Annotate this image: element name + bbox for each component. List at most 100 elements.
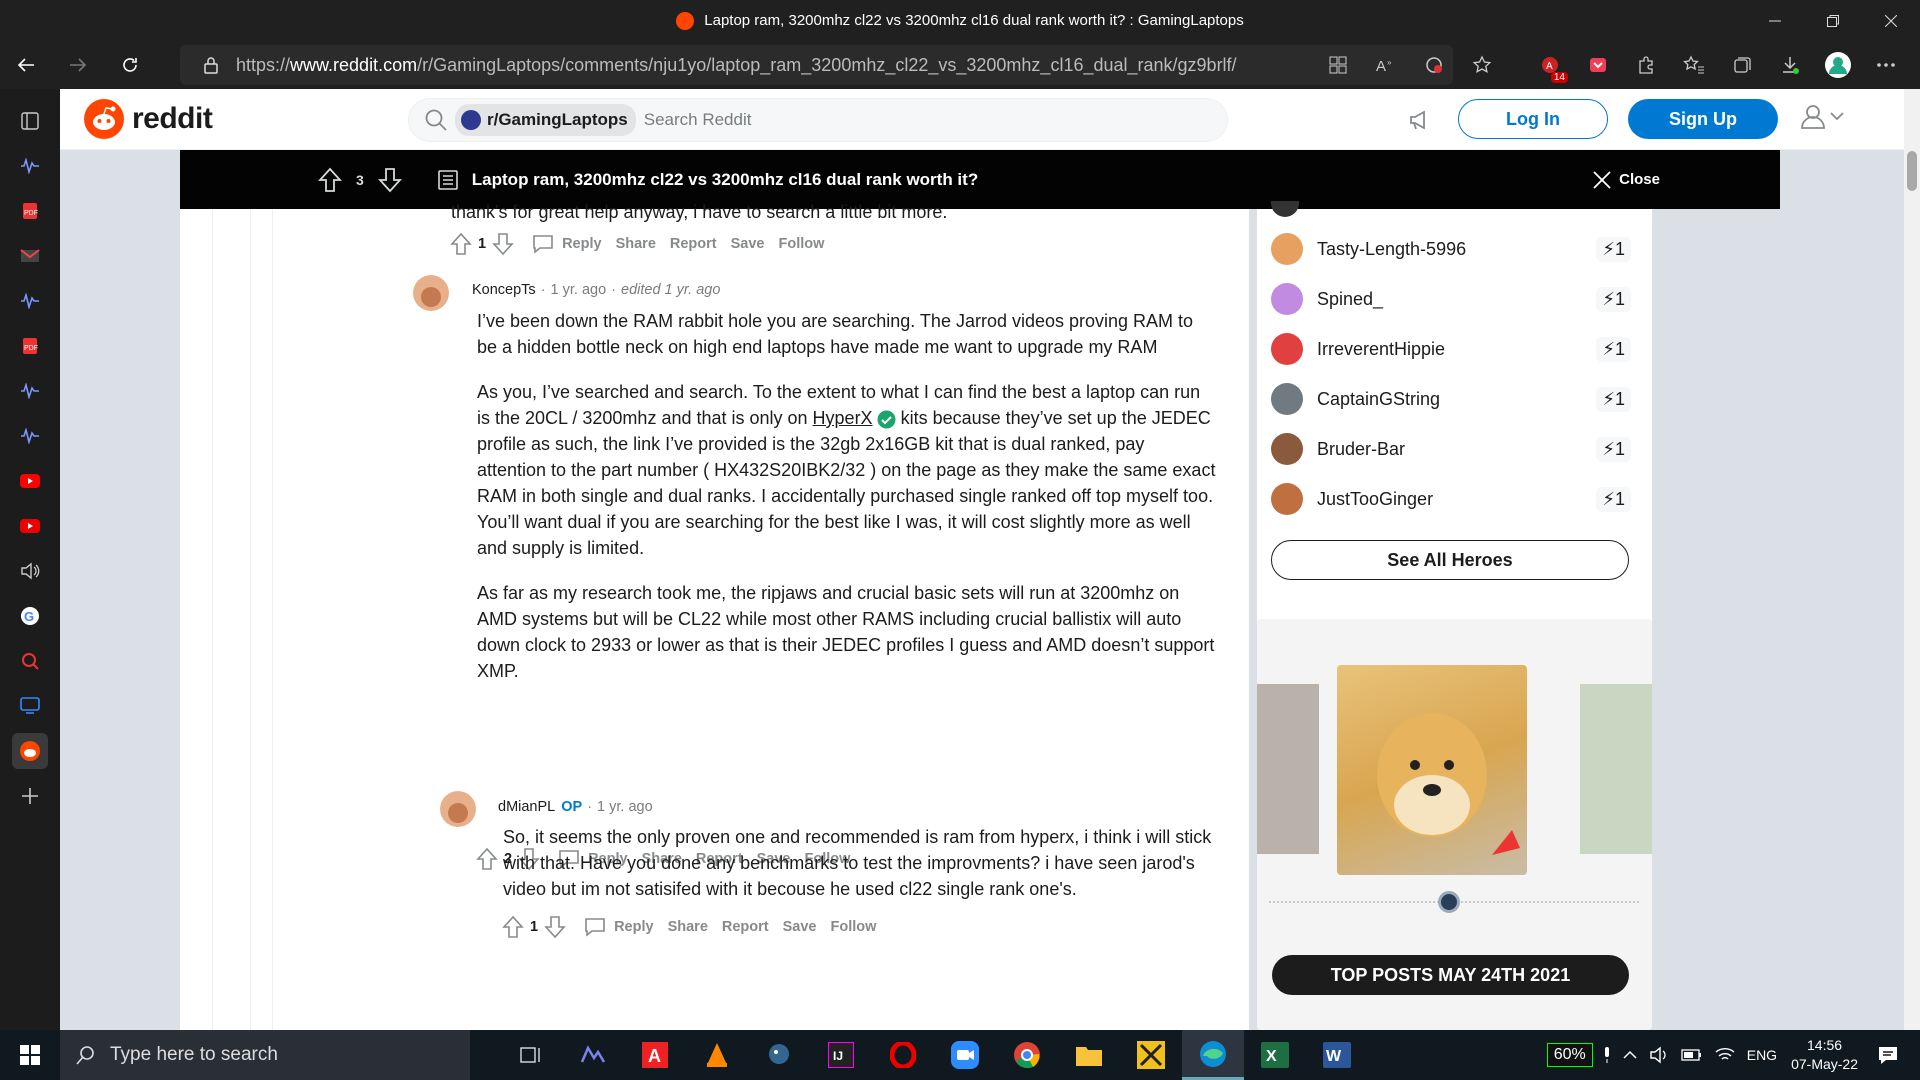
thread-line[interactable] [272,209,273,1030]
restore-button[interactable] [1804,0,1862,41]
search-input[interactable] [643,110,1144,130]
doge-meme-image[interactable] [1337,665,1527,875]
save-button[interactable]: Save [731,236,765,252]
tab-youtube-icon[interactable] [12,463,48,499]
settings-more-icon[interactable] [1862,41,1910,89]
app-acrobat-icon[interactable]: A [624,1030,686,1080]
reply-button[interactable]: Reply [584,917,654,937]
comment-author[interactable]: dMianPL [498,799,555,815]
tab-monitor-icon[interactable] [12,688,48,724]
hero-row[interactable]: Spined_ ⚡ 1 [1271,279,1631,319]
comment-upvote-icon[interactable] [476,847,498,871]
subreddit-chip[interactable]: r/GamingLaptops [455,104,636,136]
login-button[interactable]: Log In [1458,99,1608,139]
tab-audio-wave-icon[interactable] [12,148,48,184]
tab-audio-wave-icon-2[interactable] [12,283,48,319]
extension-adblock-icon[interactable]: A 14 [1526,41,1574,89]
forward-button[interactable] [52,41,104,89]
extensions-puzzle-icon[interactable] [1622,41,1670,89]
add-tab-icon[interactable] [12,778,48,814]
app-excel-icon[interactable]: X [1244,1030,1306,1080]
comment-author[interactable]: KoncepTs [472,282,536,298]
share-button[interactable]: Share [616,236,656,252]
extension-pocket-icon[interactable] [1574,41,1622,89]
close-window-button[interactable] [1862,0,1920,41]
comment-upvote-icon[interactable] [450,232,472,256]
hero-row[interactable]: Tasty-Length-5996 ⚡ 1 [1271,229,1631,269]
mic-icon[interactable] [1603,1047,1611,1063]
downloads-icon[interactable] [1766,41,1814,89]
follow-button[interactable]: Follow [779,236,825,252]
app-postgres-icon[interactable] [748,1030,810,1080]
app-sway-icon[interactable] [562,1030,624,1080]
read-aloud-icon[interactable]: A» [1362,41,1410,89]
search-bar[interactable]: r/GamingLaptops [408,98,1228,142]
profile-avatar-icon[interactable] [1814,41,1862,89]
report-button[interactable]: Report [670,236,717,252]
app-vlc-icon[interactable] [686,1030,748,1080]
tab-reddit-icon[interactable] [12,733,48,769]
tab-audio-wave-icon-3[interactable] [12,373,48,409]
language-indicator[interactable]: ENG [1747,1047,1777,1063]
comment-time[interactable]: 1 yr. ago [597,799,653,815]
notifications-icon[interactable] [1878,1045,1898,1065]
app-edge-icon[interactable] [1182,1030,1244,1080]
tab-actions-icon[interactable] [12,103,48,139]
page-scrollbar[interactable] [1904,89,1920,1030]
app-snipping-icon[interactable] [1120,1030,1182,1080]
app-zoom-icon[interactable] [934,1030,996,1080]
clock[interactable]: 14:56 07-May-22 [1791,1036,1858,1074]
favorite-star-icon[interactable] [1458,41,1506,89]
thread-line[interactable] [212,209,213,1030]
follow-button[interactable]: Follow [831,919,877,935]
battery-indicator[interactable]: 60% [1546,1043,1593,1067]
advertise-megaphone-icon[interactable] [1400,101,1440,139]
see-all-heroes-button[interactable]: See All Heroes [1271,540,1629,580]
hero-row[interactable]: IrreverentHippie ⚡ 1 [1271,329,1631,369]
hero-row[interactable]: Bruder-Bar ⚡ 1 [1271,429,1631,469]
carousel-prev-image[interactable] [1257,684,1319,854]
user-menu-dropdown[interactable] [1800,103,1844,129]
downvote-icon[interactable] [377,167,402,193]
tab-pdf-icon[interactable]: PDF [12,193,48,229]
hero-row[interactable]: JustTooGinger ⚡ 1 [1271,479,1631,519]
app-opera-icon[interactable] [872,1030,934,1080]
app-intellij-icon[interactable]: IJ [810,1030,872,1080]
upvote-icon[interactable] [318,167,342,193]
save-button[interactable]: Save [783,919,817,935]
favorites-icon[interactable] [1670,41,1718,89]
carousel-next-image[interactable] [1580,684,1652,854]
comment-time[interactable]: 1 yr. ago [551,282,607,298]
chevron-up-icon[interactable] [1623,1050,1637,1060]
hero-row[interactable]: CaptainGString ⚡ 1 [1271,379,1631,419]
tab-search-red-icon[interactable] [12,643,48,679]
reply-button[interactable]: Reply [532,234,602,254]
tab-gmail-icon[interactable] [12,238,48,274]
comment-downvote-icon[interactable] [492,232,514,256]
tracking-prevention-icon[interactable] [1410,41,1458,89]
share-button[interactable]: Share [668,919,708,935]
windows-start-icon[interactable] [0,1030,60,1080]
tab-youtube-icon-2[interactable] [12,508,48,544]
task-view-icon[interactable] [500,1030,562,1080]
app-file-explorer-icon[interactable] [1058,1030,1120,1080]
avatar[interactable] [440,791,476,827]
post-title[interactable]: Laptop ram, 3200mhz cl22 vs 3200mhz cl16… [472,170,978,190]
scrollbar-thumb[interactable] [1907,151,1917,191]
address-bar[interactable]: https://www.reddit.com/r/GamingLaptops/c… [180,45,1453,85]
report-button[interactable]: Report [722,919,769,935]
tab-pdf-icon-2[interactable]: PDF [12,328,48,364]
minimize-button[interactable] [1746,0,1804,41]
avatar[interactable] [413,275,449,311]
top-posts-button[interactable]: TOP POSTS MAY 24TH 2021 [1272,955,1629,995]
close-post-button[interactable]: Close [1593,170,1660,189]
wifi-icon[interactable] [1715,1047,1735,1063]
app-available-icon[interactable] [1314,41,1362,89]
app-chrome-icon[interactable] [996,1030,1058,1080]
comment-downvote-icon[interactable] [544,915,566,939]
hyperx-link[interactable]: HyperX [813,408,873,428]
tab-google-icon[interactable]: G [12,598,48,634]
comment-upvote-icon[interactable] [502,915,524,939]
battery-icon[interactable] [1681,1048,1703,1062]
carousel-indicator[interactable] [1438,891,1460,913]
